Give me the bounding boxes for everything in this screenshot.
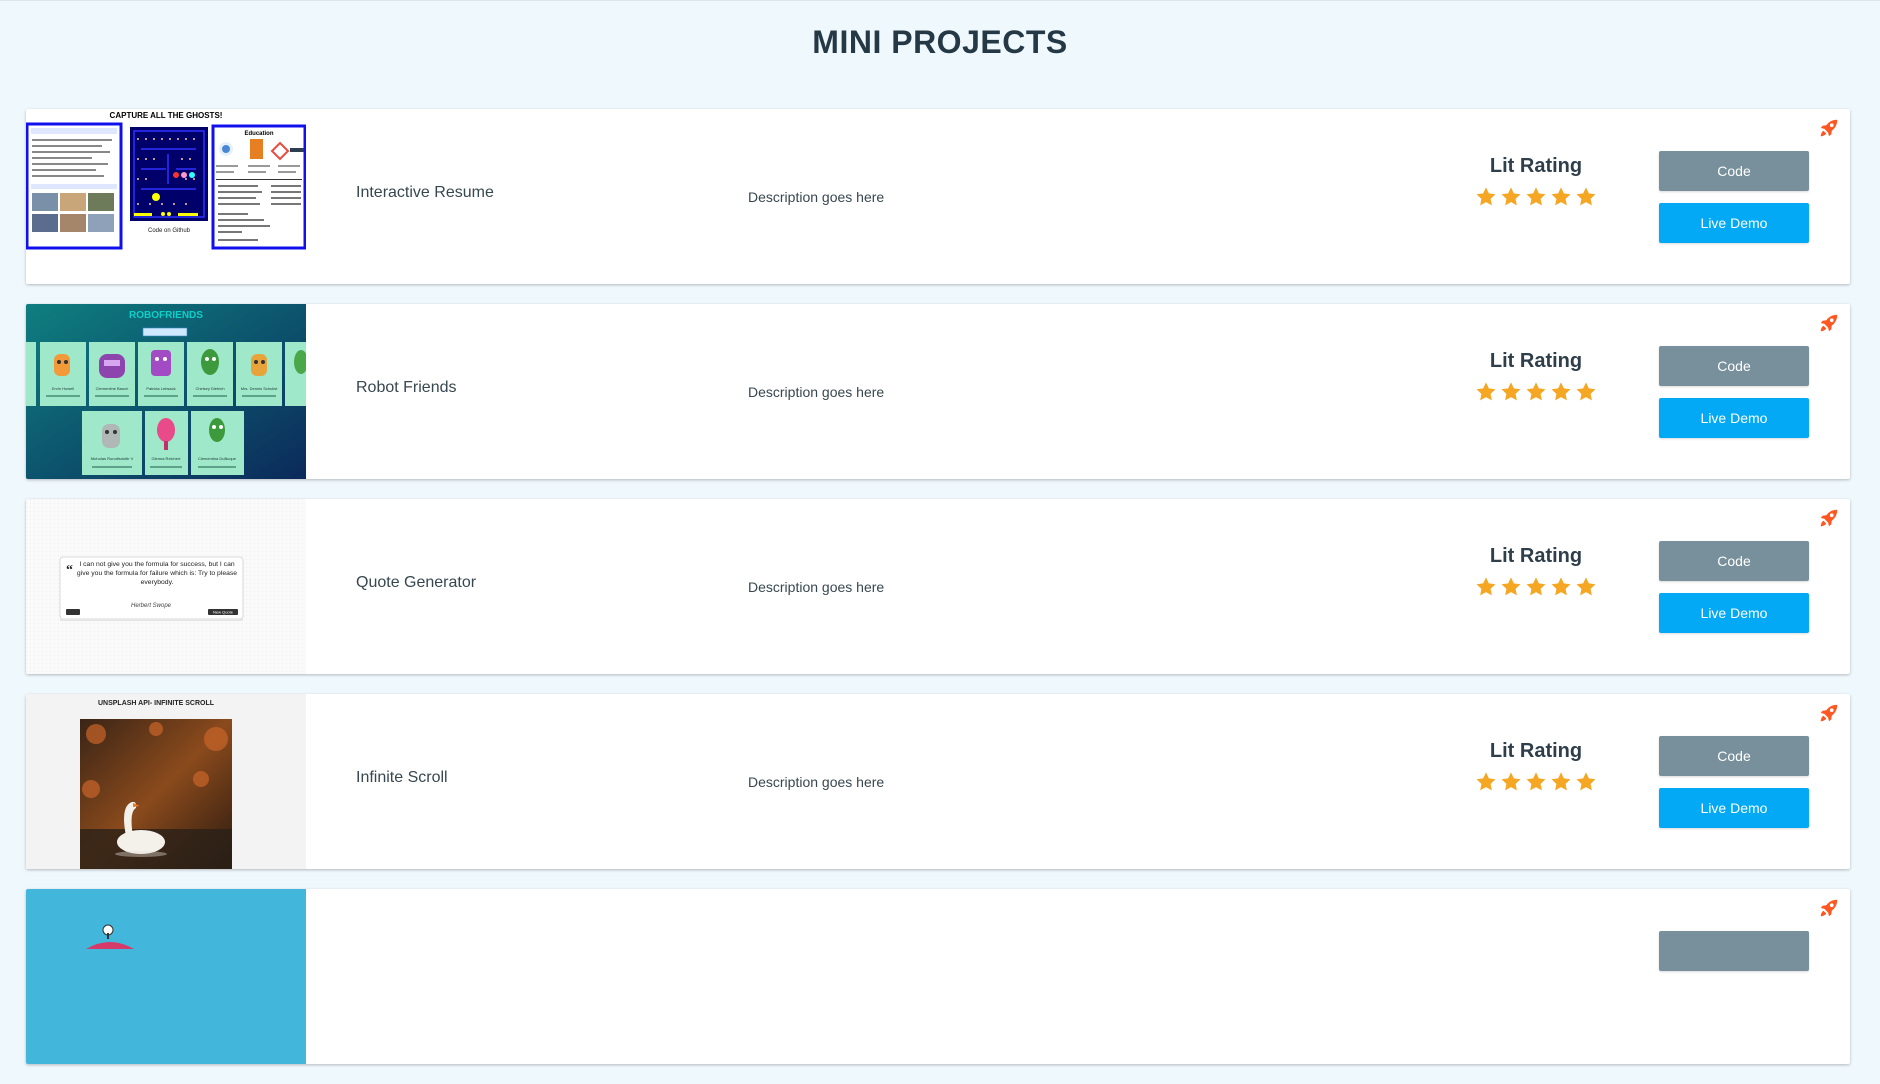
star-icon	[1476, 577, 1496, 596]
star-icon	[1501, 382, 1521, 401]
top-divider	[0, 0, 1880, 1]
star-icon	[1551, 577, 1571, 596]
star-icon	[1526, 187, 1546, 206]
project-name: Infinite Scroll	[356, 769, 448, 786]
robot-name: Nicholas Runolfsdottir V	[91, 456, 134, 461]
star-icon	[1551, 772, 1571, 791]
star-icon	[1476, 187, 1496, 206]
rating-block: Lit Rating	[1416, 350, 1656, 403]
rating-title: Lit Rating	[1489, 350, 1583, 372]
rating-title: Lit Rating	[1489, 155, 1583, 177]
project-description: Description goes here	[748, 384, 885, 400]
live-demo-button[interactable]: Live Demo	[1659, 398, 1809, 438]
project-card: “ I can not give you the formula for suc…	[26, 499, 1850, 674]
live-demo-button[interactable]: Live Demo	[1659, 788, 1809, 828]
project-thumbnail[interactable]: “ I can not give you the formula for suc…	[26, 499, 306, 674]
code-button[interactable]: Code	[1659, 346, 1809, 386]
project-description: Description goes here	[748, 189, 885, 205]
star-icon	[1476, 772, 1496, 791]
project-name: Interactive Resume	[356, 184, 494, 201]
robot-name: Chelsey Dietrich	[195, 386, 224, 391]
project-thumbnail[interactable]: CAPTURE ALL THE GHOSTS! Code on Github E…	[26, 109, 306, 284]
rating-title: Lit Rating	[1489, 545, 1583, 567]
thumb-code-link: Code on Github	[148, 228, 191, 234]
robot-name: Glenna Reichert	[152, 456, 182, 461]
star-icon	[1551, 382, 1571, 401]
robot-name: Clementine Bauch	[96, 386, 129, 391]
new-quote-label: New Quote	[213, 610, 234, 615]
star-rating	[1416, 576, 1656, 598]
page-title: MINI PROJECTS	[812, 24, 1068, 60]
star-icon	[1526, 577, 1546, 596]
project-thumbnail[interactable]	[26, 889, 306, 1064]
rating-block: Lit Rating	[1416, 545, 1656, 598]
quote-mark-icon: “	[66, 563, 73, 578]
rating-title: Lit Rating	[1489, 740, 1583, 762]
star-icon	[1501, 577, 1521, 596]
star-icon	[1526, 382, 1546, 401]
project-card	[26, 889, 1850, 1064]
thumb-section: Education	[244, 131, 273, 137]
project-name: Quote Generator	[356, 574, 477, 591]
star-icon	[1576, 382, 1596, 401]
rocket-icon[interactable]	[1818, 117, 1840, 139]
star-icon	[1476, 382, 1496, 401]
star-icon	[1576, 577, 1596, 596]
rating-block: Lit Rating	[1416, 155, 1656, 208]
live-demo-button[interactable]: Live Demo	[1659, 593, 1809, 633]
star-icon	[1501, 187, 1521, 206]
project-name: Robot Friends	[356, 379, 457, 396]
rocket-icon[interactable]	[1818, 702, 1840, 724]
project-description: Description goes here	[748, 774, 885, 790]
thumb-caption: ROBOFRIENDS	[129, 310, 203, 321]
live-demo-button[interactable]: Live Demo	[1659, 203, 1809, 243]
robot-name: Mrs. Dennis Schulist	[241, 386, 278, 391]
rating-block: Lit Rating	[1416, 740, 1656, 793]
rocket-icon[interactable]	[1818, 507, 1840, 529]
project-card: CAPTURE ALL THE GHOSTS! Code on Github E…	[26, 109, 1850, 284]
project-thumbnail[interactable]: UNSPLASH API- INFINITE SCROLL	[26, 694, 306, 869]
quote-text: I can not give you the formula for succe…	[76, 561, 238, 586]
robot-name: Clementina DuBuque	[198, 456, 237, 461]
quote-author: Herbert Swope	[131, 603, 172, 609]
rocket-icon[interactable]	[1818, 897, 1840, 919]
code-button[interactable]: Code	[1659, 151, 1809, 191]
project-thumbnail[interactable]: ROBOFRIENDS Ervin Howell Clementine Bauc…	[26, 304, 306, 479]
project-card: UNSPLASH API- INFINITE SCROLL Infinite S…	[26, 694, 1850, 869]
project-card: ROBOFRIENDS Ervin Howell Clementine Bauc…	[26, 304, 1850, 479]
code-button[interactable]	[1659, 931, 1809, 971]
star-icon	[1501, 772, 1521, 791]
code-button[interactable]: Code	[1659, 736, 1809, 776]
code-button[interactable]: Code	[1659, 541, 1809, 581]
star-icon	[1526, 772, 1546, 791]
star-icon	[1551, 187, 1571, 206]
thumb-caption: UNSPLASH API- INFINITE SCROLL	[98, 700, 215, 707]
star-rating	[1416, 381, 1656, 403]
robot-name: Ervin Howell	[52, 386, 74, 391]
star-rating	[1416, 771, 1656, 793]
project-description: Description goes here	[748, 579, 885, 595]
star-rating	[1416, 186, 1656, 208]
thumb-caption: CAPTURE ALL THE GHOSTS!	[110, 111, 223, 120]
robot-name: Patricia Lebsack	[146, 386, 175, 391]
rocket-icon[interactable]	[1818, 312, 1840, 334]
star-icon	[1576, 772, 1596, 791]
star-icon	[1576, 187, 1596, 206]
